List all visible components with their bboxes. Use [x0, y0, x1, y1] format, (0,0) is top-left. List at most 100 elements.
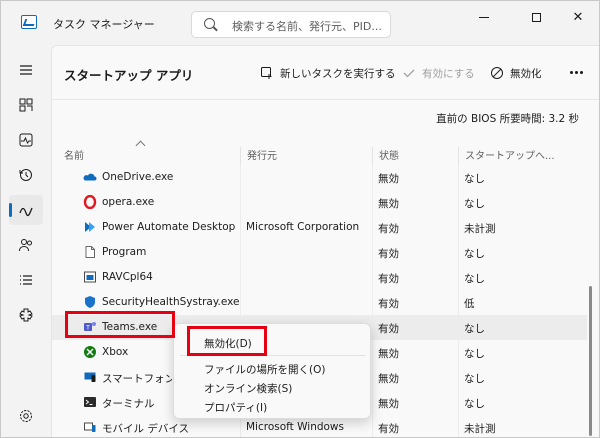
- vertical-scrollbar[interactable]: [589, 286, 592, 436]
- table-row[interactable]: OneDrive.exe 無効 なし: [52, 165, 587, 190]
- performance-icon: [19, 133, 33, 147]
- table-row[interactable]: opera.exe 無効 なし: [52, 190, 587, 215]
- app-name: スマートフォン連携: [102, 373, 172, 385]
- details-icon: [20, 275, 32, 285]
- app-impact: なし: [464, 323, 485, 335]
- app-status: 無効: [378, 348, 399, 360]
- enable-button[interactable]: 有効にする: [402, 60, 475, 86]
- maximize-button[interactable]: [521, 7, 551, 27]
- app-status: 無効: [378, 198, 399, 210]
- left-navigation: [1, 45, 51, 437]
- nav-settings[interactable]: [9, 401, 43, 431]
- search-input[interactable]: 検索する名前、発行元、PID...: [191, 11, 391, 38]
- nav-processes[interactable]: [9, 90, 43, 120]
- nav-startup-apps[interactable]: [9, 195, 43, 225]
- nav-details[interactable]: [9, 265, 43, 295]
- column-header-publisher[interactable]: 発行元: [240, 147, 372, 165]
- app-name: opera.exe: [102, 196, 155, 208]
- app-window-icon: [83, 270, 97, 284]
- disable-icon: [491, 67, 503, 79]
- close-icon: ✕: [572, 9, 584, 25]
- settings-icon: [20, 410, 32, 422]
- table-header: 名前 発行元 状態 スタートアップへ...: [52, 147, 587, 165]
- nav-users[interactable]: [9, 230, 43, 260]
- opera-icon: [83, 195, 97, 209]
- menu-item-open-file-location[interactable]: ファイルの場所を開く(O): [204, 362, 325, 377]
- svg-text:T: T: [85, 324, 90, 332]
- task-manager-window: タスク マネージャー 検索する名前、発行元、PID... ✕ スタートアップ ア…: [0, 0, 600, 438]
- app-status: 無効: [378, 398, 399, 410]
- app-status: 有効: [378, 223, 399, 235]
- mobile-devices-icon: [83, 420, 97, 434]
- maximize-icon: [531, 12, 541, 22]
- startup-apps-icon: [19, 207, 33, 217]
- nav-app-history[interactable]: [9, 160, 43, 190]
- app-status: 有効: [378, 248, 399, 260]
- more-options-button[interactable]: [566, 62, 586, 82]
- app-impact: 低: [464, 298, 475, 310]
- app-name: Teams.exe: [102, 321, 158, 333]
- teams-icon: T: [83, 320, 97, 334]
- search-placeholder: 検索する名前、発行元、PID...: [232, 20, 382, 33]
- users-icon: [19, 239, 32, 252]
- app-status: 有効: [378, 273, 399, 285]
- table-row[interactable]: Power Automate Desktop Microsoft Corpora…: [52, 215, 587, 240]
- app-impact: なし: [464, 248, 485, 260]
- app-publisher: Microsoft Corporation: [246, 221, 360, 233]
- app-name: モバイル デバイス: [102, 423, 190, 435]
- minimize-button[interactable]: [469, 7, 499, 27]
- app-name: Power Automate Desktop: [102, 221, 236, 233]
- app-impact: なし: [464, 273, 485, 285]
- app-name: SecurityHealthSystray.exe: [102, 296, 240, 308]
- app-status: 無効: [378, 373, 399, 385]
- app-name: Program: [102, 246, 147, 258]
- column-header-name[interactable]: 名前: [52, 147, 240, 165]
- column-header-status[interactable]: 状態: [372, 147, 458, 165]
- app-status: 有効: [378, 323, 399, 335]
- hamburger-menu-icon: [20, 65, 32, 75]
- page-title: スタートアップ アプリ: [64, 68, 194, 83]
- menu-item-properties[interactable]: プロパティ(I): [204, 400, 267, 415]
- phone-link-icon: [83, 370, 97, 384]
- file-icon: [83, 245, 97, 259]
- table-row[interactable]: Program 有効 なし: [52, 240, 587, 265]
- new-task-icon: [261, 67, 272, 79]
- app-status: 有効: [378, 423, 399, 435]
- minimize-icon: [479, 16, 489, 18]
- xbox-icon: [83, 345, 97, 359]
- nav-performance[interactable]: [9, 125, 43, 155]
- close-button[interactable]: ✕: [563, 7, 593, 27]
- toolbar-divider: [52, 99, 599, 100]
- nav-menu-button[interactable]: [9, 55, 43, 85]
- app-history-icon: [19, 169, 32, 181]
- app-status: 無効: [378, 173, 399, 185]
- menu-item-disable[interactable]: 無効化(D): [204, 336, 252, 351]
- app-impact: なし: [464, 373, 485, 385]
- menu-separator: [180, 355, 366, 356]
- app-impact: なし: [464, 173, 485, 185]
- disable-button[interactable]: 無効化: [490, 60, 542, 86]
- menu-item-search-online[interactable]: オンライン検索(S): [204, 381, 292, 396]
- app-impact: なし: [464, 198, 485, 210]
- app-name: OneDrive.exe: [102, 171, 174, 183]
- task-manager-app-icon: [21, 15, 37, 29]
- nav-services[interactable]: [9, 300, 43, 330]
- new-task-button[interactable]: 新しいタスクを実行する: [260, 60, 396, 86]
- column-header-startup-impact[interactable]: スタートアップへ...: [458, 147, 587, 165]
- bios-time: 直前の BIOS 所要時間: 3.2 秒: [436, 113, 579, 125]
- app-name: ターミナル: [102, 398, 155, 410]
- title-bar: タスク マネージャー 検索する名前、発行元、PID... ✕: [1, 1, 599, 45]
- shield-icon: [83, 295, 97, 309]
- processes-icon: [19, 98, 33, 112]
- app-name: Xbox: [102, 346, 129, 358]
- terminal-icon: [83, 395, 97, 409]
- disable-label: 無効化: [510, 67, 542, 80]
- table-row[interactable]: RAVCpl64 有効 なし: [52, 265, 587, 290]
- app-impact: 未計測: [464, 423, 496, 435]
- app-title: タスク マネージャー: [53, 18, 155, 31]
- checkmark-icon: [403, 69, 415, 78]
- services-icon: [19, 308, 33, 322]
- more-options-icon: [569, 70, 573, 74]
- app-name: RAVCpl64: [102, 271, 153, 283]
- table-row[interactable]: SecurityHealthSystray.exe 有効 低: [52, 290, 587, 315]
